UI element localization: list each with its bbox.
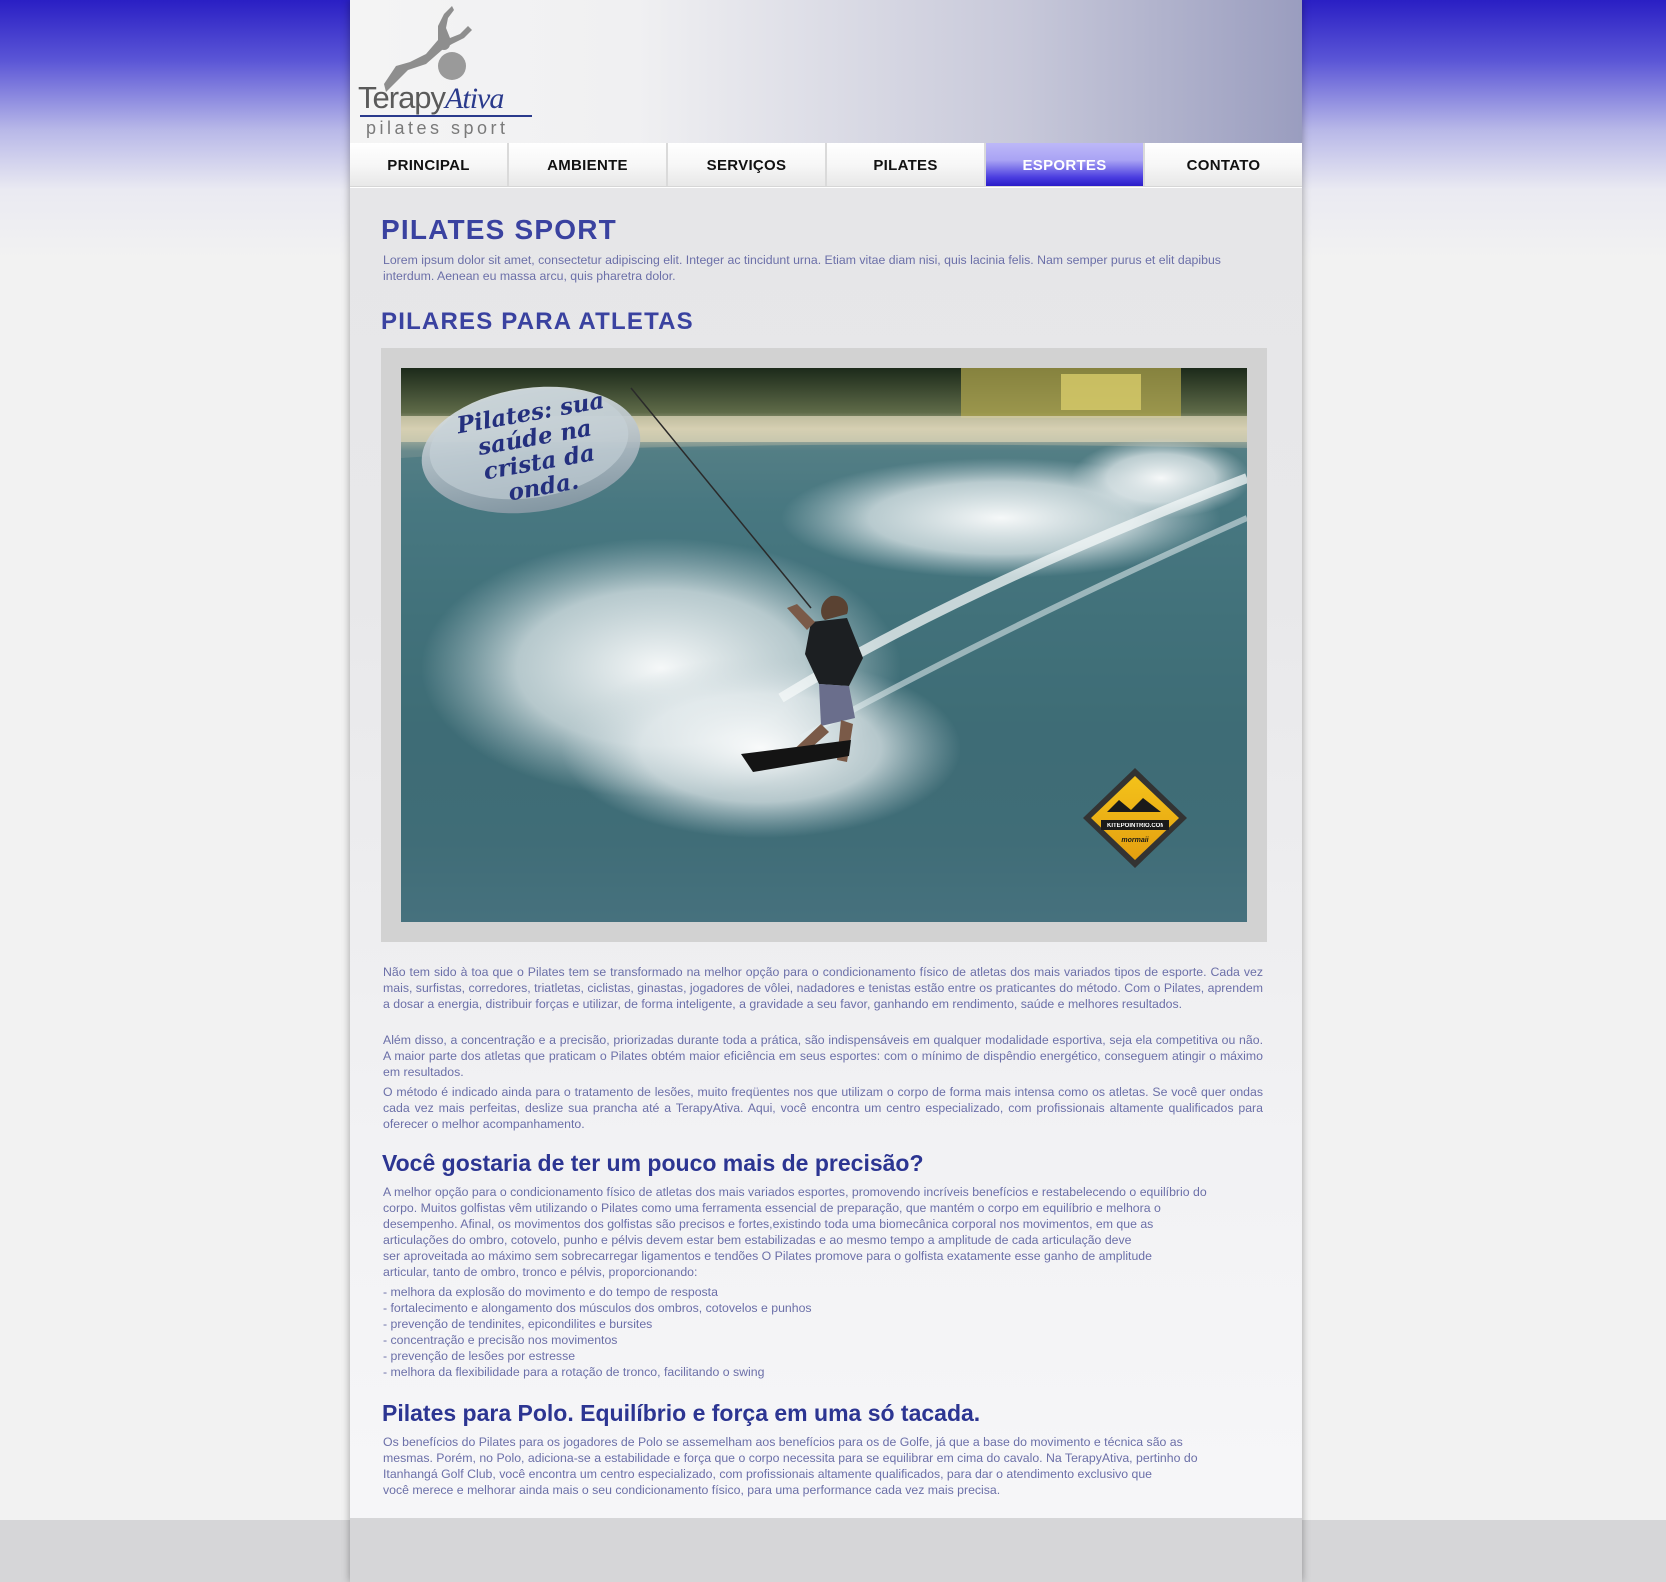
golf-line: corpo. Muitos golfistas vêm utilizando o… bbox=[383, 1201, 1161, 1215]
list-item: - prevenção de lesões por estresse bbox=[383, 1349, 576, 1363]
logo-wordmark: TerapyAtiva bbox=[358, 80, 504, 115]
nav-item-esportes[interactable]: ESPORTES bbox=[986, 143, 1145, 186]
site-header: TerapyAtiva pilates sport bbox=[350, 0, 1302, 143]
list-item: - concentração e precisão nos movimentos bbox=[383, 1333, 618, 1347]
intro-text: Lorem ipsum dolor sit amet, consectetur … bbox=[383, 253, 1221, 283]
body-paragraph-3: O método é indicado ainda para o tratame… bbox=[383, 1085, 1263, 1131]
section-title: PILARES PARA ATLETAS bbox=[381, 308, 694, 335]
body-paragraph-1: Não tem sido à toa que o Pilates tem se … bbox=[383, 965, 1263, 1011]
main-nav: PRINCIPAL AMBIENTE SERVIÇOS PILATES ESPO… bbox=[350, 143, 1302, 187]
nav-item-ambiente[interactable]: AMBIENTE bbox=[509, 143, 668, 186]
page-title: PILATES SPORT bbox=[381, 214, 617, 245]
polo-line: mesmas. Porém, no Polo, adiciona-se a es… bbox=[383, 1451, 1198, 1465]
list-item: - melhora da explosão do movimento e do … bbox=[383, 1285, 718, 1299]
logo-tagline: pilates sport bbox=[366, 118, 509, 138]
site-logo[interactable]: TerapyAtiva pilates sport bbox=[356, 4, 536, 140]
photo-frame: Pilates: sua saúde na crista da onda. KI… bbox=[381, 348, 1267, 942]
page-container: TerapyAtiva pilates sport PRINCIPAL AMBI… bbox=[350, 0, 1302, 1582]
page-footer bbox=[350, 1518, 1302, 1582]
nav-item-pilates[interactable]: PILATES bbox=[827, 143, 986, 186]
polo-line: você merece e melhorar ainda mais o seu … bbox=[383, 1483, 1001, 1497]
polo-section-text: Os benefícios do Pilates para os jogador… bbox=[383, 1434, 1263, 1498]
golf-line: articular, tanto de ombro, tronco e pélv… bbox=[383, 1265, 698, 1279]
golf-line: A melhor opção para o condicionamento fí… bbox=[383, 1185, 1207, 1199]
badge-brand-text: mormaii bbox=[1121, 837, 1149, 844]
golf-section-text: A melhor opção para o condicionamento fí… bbox=[383, 1184, 1263, 1280]
nav-item-contato[interactable]: CONTATO bbox=[1145, 143, 1302, 186]
golf-line: ser aproveitada ao máximo sem sobrecarre… bbox=[383, 1249, 1152, 1263]
body-paragraph-2: Além disso, a concentração e a precisão,… bbox=[383, 1033, 1263, 1079]
golf-section-title: Você gostaria de ter um pouco mais de pr… bbox=[382, 1150, 924, 1176]
polo-line: Os benefícios do Pilates para os jogador… bbox=[383, 1435, 1183, 1449]
nav-item-principal[interactable]: PRINCIPAL bbox=[350, 143, 509, 186]
polo-section-title: Pilates para Polo. Equilíbrio e força em… bbox=[382, 1400, 981, 1426]
logo-underline bbox=[360, 115, 532, 117]
badge-site-text: KITEPOINTRIO.COM bbox=[1107, 823, 1163, 829]
content-area: PILATES SPORT Lorem ipsum dolor sit amet… bbox=[350, 188, 1302, 1518]
list-item: - melhora da flexibilidade para a rotaçã… bbox=[383, 1365, 765, 1379]
kitesurf-photo: Pilates: sua saúde na crista da onda. KI… bbox=[401, 368, 1247, 922]
golf-line: desempenho. Afinal, os movimentos dos go… bbox=[383, 1217, 1154, 1231]
polo-line: Itanhangá Golf Club, você encontra um ce… bbox=[383, 1467, 1152, 1481]
list-item: - prevenção de tendinites, epicondilites… bbox=[383, 1317, 653, 1331]
golf-benefits-list: - melhora da explosão do movimento e do … bbox=[383, 1284, 1263, 1380]
golf-line: articulações do ombro, cotovelo, punho e… bbox=[383, 1233, 1132, 1247]
nav-item-servicos[interactable]: SERVIÇOS bbox=[668, 143, 827, 186]
list-item: - fortalecimento e alongamento dos múscu… bbox=[383, 1301, 812, 1315]
